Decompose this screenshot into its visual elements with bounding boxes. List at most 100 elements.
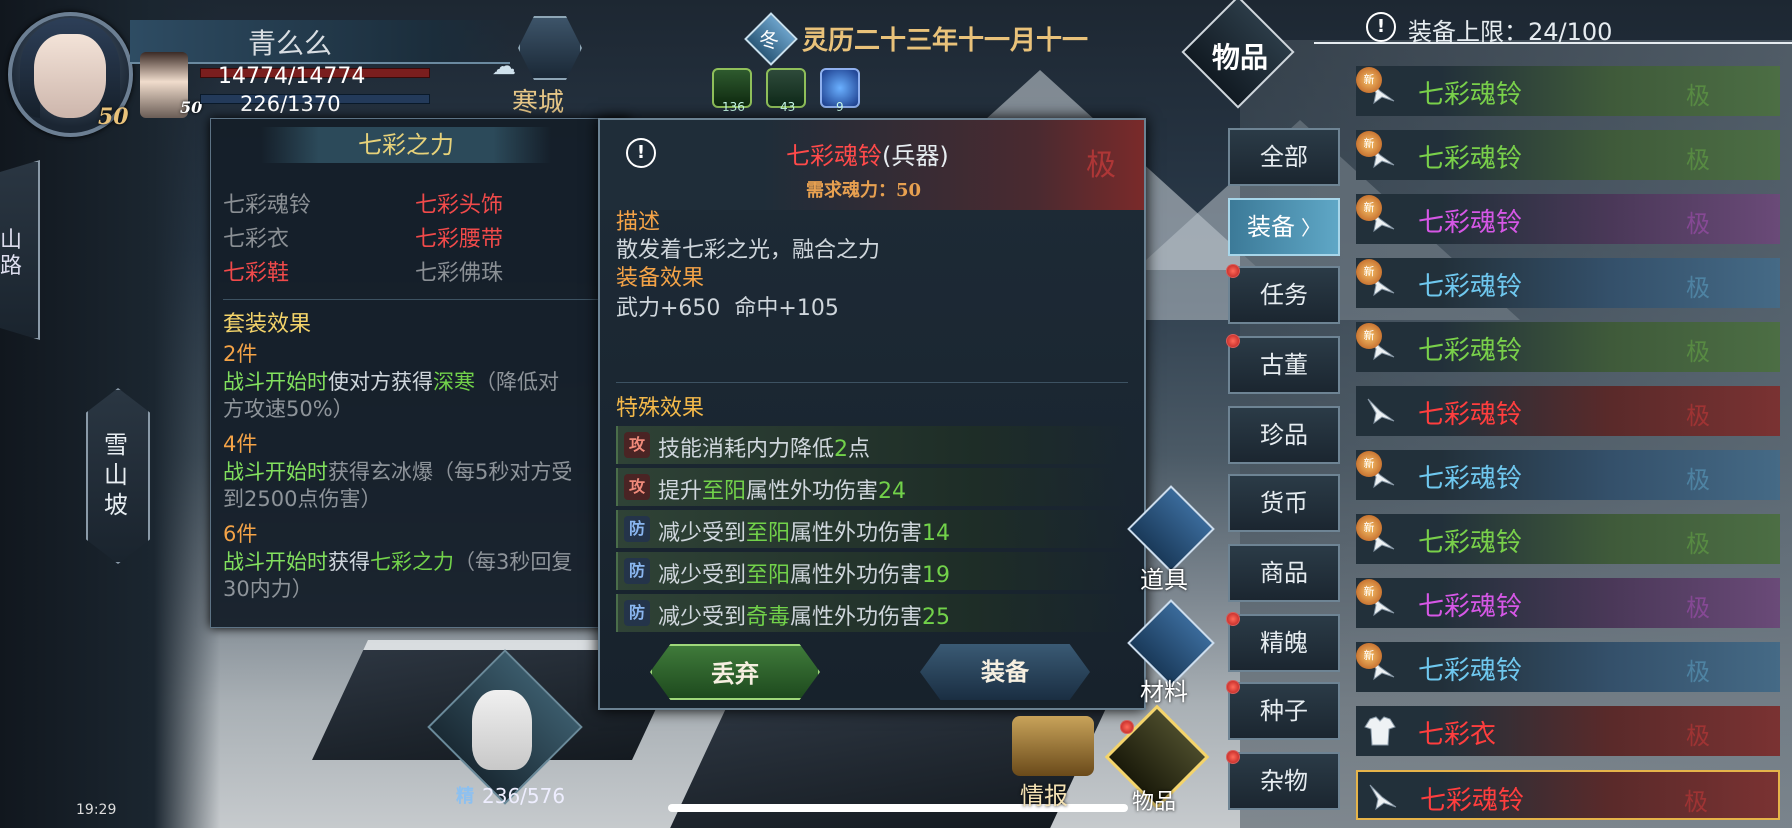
- new-badge: 新: [1356, 579, 1382, 605]
- buff-3-value: 9: [836, 100, 844, 114]
- equip-button[interactable]: 装备: [920, 644, 1090, 700]
- inventory-item-grade: 极: [1686, 274, 1710, 302]
- special-effect-3: 防 减少受到至阳属性外功伤害14: [616, 510, 1128, 548]
- category-antique[interactable]: 古董: [1228, 336, 1340, 394]
- inventory-item-name: 七彩魂铃: [1418, 656, 1523, 686]
- mp-value: 226/1370: [240, 92, 341, 116]
- inventory-row[interactable]: 新七彩魂铃 极: [1356, 514, 1780, 564]
- special-effect-5: 防 减少受到奇毒属性外功伤害25: [616, 594, 1128, 632]
- equip-effect-title: 装备效果: [616, 266, 705, 291]
- inventory-item-grade: 极: [1686, 82, 1710, 110]
- stamina-value: 236/576: [482, 784, 566, 808]
- inventory-item-grade: 极: [1686, 722, 1710, 750]
- set-bonus-panel: 七彩之力 七彩魂铃 七彩头饰 七彩衣 七彩腰带 七彩鞋 七彩佛珠 套装效果 2件…: [210, 118, 630, 628]
- buff-2-value: 43: [780, 100, 796, 114]
- info-icon[interactable]: !: [1366, 12, 1396, 42]
- category-all[interactable]: 全部: [1228, 128, 1340, 186]
- inventory-title: 物品: [1212, 41, 1269, 74]
- hp-value: 14774/14774: [218, 64, 366, 89]
- inventory-item-grade: 极: [1686, 594, 1710, 622]
- city-emblem-icon[interactable]: [518, 16, 582, 80]
- inventory-item-grade: 极: [1686, 402, 1710, 430]
- player-level: 50: [98, 104, 129, 130]
- defense-tag: 防: [624, 516, 650, 542]
- category-treasure[interactable]: 珍品: [1228, 406, 1340, 464]
- bell-weapon-icon: 新: [1356, 195, 1398, 237]
- attack-tag: 攻: [624, 432, 650, 458]
- inventory-row[interactable]: 新七彩魂铃 极: [1356, 322, 1780, 372]
- inventory-row[interactable]: 新七彩魂铃 极: [1356, 194, 1780, 244]
- materials-label: 材料: [1140, 678, 1188, 706]
- bell-weapon-icon: [1364, 779, 1400, 815]
- location-name: 寒城: [512, 88, 565, 118]
- category-misc[interactable]: 杂物: [1228, 752, 1340, 810]
- attack-tag: 攻: [624, 474, 650, 500]
- category-currency[interactable]: 货币: [1228, 474, 1340, 532]
- category-quest[interactable]: 任务: [1228, 266, 1340, 324]
- item-title: 七彩魂铃(兵器): [786, 142, 949, 170]
- inventory-item-grade: 极: [1686, 466, 1710, 494]
- item-grade: 极: [1086, 148, 1116, 183]
- inventory-item-name: 七彩魂铃: [1418, 272, 1523, 302]
- inventory-item-name: 七彩魂铃: [1420, 786, 1525, 816]
- item-detail-popup: 极 ! 七彩魂铃(兵器) 需求魂力：50 描述 散发着七彩之光，融合之力 装备效…: [598, 118, 1146, 710]
- clock: 19:29: [76, 802, 117, 818]
- tier4-count: 4件: [223, 432, 258, 456]
- new-badge: 新: [1356, 643, 1382, 669]
- inventory-row[interactable]: 七彩魂铃 极: [1356, 770, 1780, 820]
- inventory-row[interactable]: 新七彩魂铃 极: [1356, 130, 1780, 180]
- tier4-desc: 战斗开始时获得玄冰爆（每5秒对方受 到2500点伤害）: [223, 460, 573, 511]
- set-piece-5: 七彩鞋: [223, 261, 290, 286]
- notification-dot: [1226, 334, 1240, 348]
- category-spirit[interactable]: 精魄: [1228, 614, 1340, 672]
- bell-weapon-icon: [1362, 393, 1398, 429]
- inventory-row[interactable]: 七彩魂铃 极: [1356, 386, 1780, 436]
- set-piece-3: 七彩衣: [223, 227, 290, 252]
- inventory-row[interactable]: 新七彩魂铃 极: [1356, 258, 1780, 308]
- set-title: 七彩之力: [261, 127, 551, 163]
- special-effect-text: 减少受到至阳属性外功伤害14: [658, 521, 951, 546]
- inventory-row[interactable]: 新七彩魂铃 极: [1356, 642, 1780, 692]
- bell-weapon-icon: 新: [1356, 259, 1398, 301]
- props-label: 道具: [1140, 566, 1188, 594]
- category-seed[interactable]: 种子: [1228, 682, 1340, 740]
- robe-icon: [1362, 713, 1398, 749]
- inventory-row[interactable]: 七彩衣 极: [1356, 706, 1780, 756]
- bell-weapon-icon: 新: [1356, 131, 1398, 173]
- new-badge: 新: [1356, 451, 1382, 477]
- inventory-item-grade: 极: [1686, 210, 1710, 238]
- inventory-row[interactable]: 新七彩魂铃 极: [1356, 450, 1780, 500]
- new-badge: 新: [1356, 67, 1382, 93]
- tier2-count: 2件: [223, 342, 258, 366]
- special-effect-text: 减少受到奇毒属性外功伤害25: [658, 605, 951, 630]
- game-date: 灵历二十三年十一月十一: [802, 26, 1089, 56]
- notification-dot: [1226, 750, 1240, 764]
- buff-1-value: 136: [722, 100, 745, 114]
- category-goods[interactable]: 商品: [1228, 544, 1340, 602]
- tier6-count: 6件: [223, 522, 258, 546]
- inventory-item-grade: 极: [1684, 788, 1708, 816]
- season-label: 冬: [759, 28, 779, 52]
- new-badge: 新: [1356, 323, 1382, 349]
- category-equipment[interactable]: 装备〉: [1228, 198, 1340, 256]
- inventory-item-grade: 极: [1686, 658, 1710, 686]
- inventory-item-name: 七彩魂铃: [1418, 592, 1523, 622]
- defense-tag: 防: [624, 558, 650, 584]
- info-icon[interactable]: !: [626, 138, 656, 168]
- bell-weapon-icon: 新: [1356, 643, 1398, 685]
- new-badge: 新: [1356, 515, 1382, 541]
- set-piece-4: 七彩腰带: [415, 227, 504, 252]
- special-title: 特殊效果: [616, 396, 705, 421]
- inventory-row[interactable]: 新七彩魂铃 极: [1356, 578, 1780, 628]
- notification-dot: [1226, 264, 1240, 278]
- set-piece-6: 七彩佛珠: [415, 261, 504, 286]
- notification-dot: [1226, 612, 1240, 626]
- intel-scroll-icon[interactable]: [1012, 716, 1094, 776]
- inventory-row[interactable]: 新七彩魂铃 极: [1356, 66, 1780, 116]
- discard-button[interactable]: 丢弃: [650, 644, 820, 700]
- fox-pet-icon: [472, 690, 532, 770]
- equip-effect: 武力+650 命中+105: [616, 296, 839, 321]
- map-node-road-label: 山路: [0, 228, 23, 279]
- set-piece-1: 七彩魂铃: [223, 193, 312, 218]
- player-name: 青么么: [248, 27, 333, 60]
